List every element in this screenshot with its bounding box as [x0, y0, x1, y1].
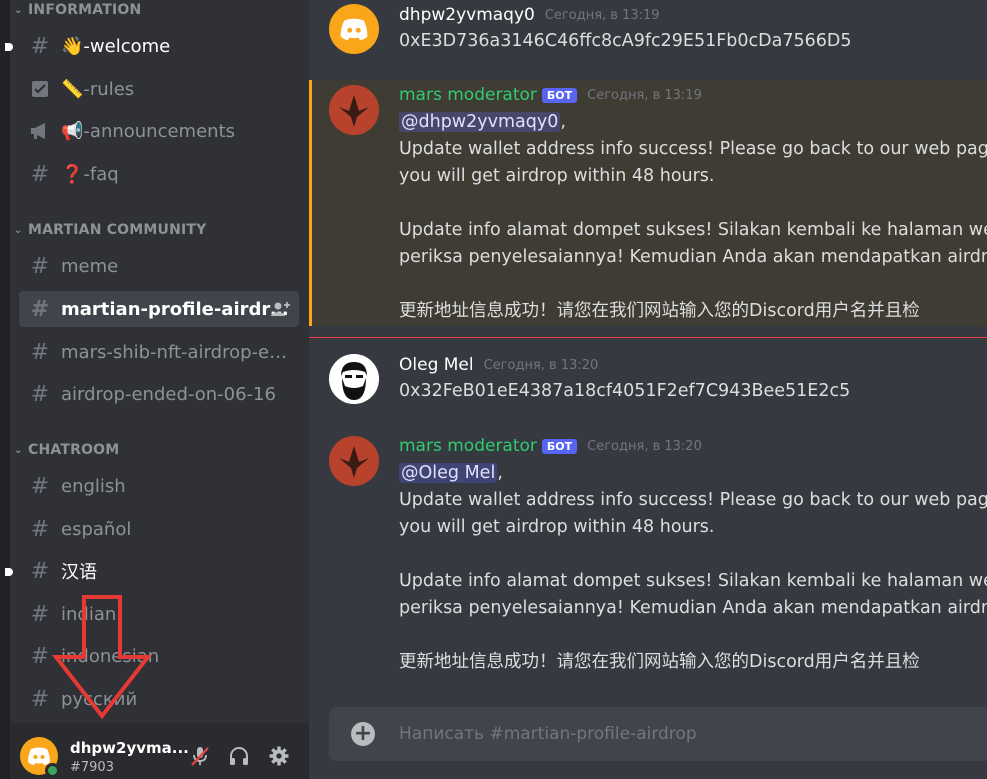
bot-badge: БОТ — [541, 438, 578, 454]
chevron-down-icon: ⌄ — [14, 4, 23, 16]
red-arrow-annotation — [52, 595, 152, 720]
author-name[interactable]: Oleg Mel — [399, 355, 474, 375]
message-content: 0xE3D736a3146C46ffc8cA9fc29E51Fb0cDa7566… — [399, 31, 852, 51]
hash-icon: # — [30, 296, 50, 322]
hash-icon: # — [30, 516, 50, 542]
hash-icon: # — [30, 601, 50, 627]
headphones-icon — [230, 747, 248, 765]
megaphone-icon — [29, 120, 51, 142]
discord-logo-icon — [340, 18, 368, 40]
hash-icon: # — [30, 558, 50, 584]
rules-checkbox-icon — [29, 78, 51, 100]
channel-rules[interactable]: 📏-rules — [19, 71, 299, 107]
bot-badge: БОТ — [541, 87, 578, 103]
channel-martian-profile-airdrop[interactable]: # martian-profile-airdrop — [19, 291, 299, 327]
message-content: @Oleg Mel, Update wallet address info su… — [399, 463, 987, 672]
channel-faq[interactable]: # ❓-faq — [19, 156, 299, 192]
channel-airdrop-ended[interactable]: # airdrop-ended-on-06-16 — [19, 376, 299, 412]
user-tag: #7903 — [70, 760, 114, 775]
channel-announcements[interactable]: 📢-announcements — [19, 113, 299, 149]
username: dhpw2yvma... — [70, 739, 189, 757]
add-attachment-button[interactable]: + — [351, 722, 375, 746]
hash-icon: # — [30, 473, 50, 499]
chevron-down-icon: ⌄ — [14, 224, 23, 236]
avatar[interactable] — [329, 354, 379, 404]
mars-logo-icon — [329, 85, 379, 135]
hash-icon: # — [30, 161, 50, 187]
chevron-down-icon: ⌄ — [14, 444, 23, 456]
online-status-dot — [45, 763, 60, 778]
channel-chinese[interactable]: # 汉语 — [19, 553, 299, 589]
author-name[interactable]: mars moderator — [399, 85, 537, 105]
gear-icon — [269, 746, 289, 766]
channel-welcome[interactable]: # 👋-welcome — [19, 28, 299, 64]
avatar[interactable] — [329, 4, 379, 54]
channel-meme[interactable]: # meme — [19, 248, 299, 284]
channel-espanol[interactable]: # español — [19, 511, 299, 547]
hash-icon: # — [30, 253, 50, 279]
message-header: mars moderator БОТ Сегодня, в 13:19 — [399, 85, 702, 105]
timestamp: Сегодня, в 13:20 — [587, 438, 702, 454]
message-content: @dhpw2yvmaqy0, Update wallet address inf… — [399, 112, 987, 321]
message-header: dhpw2yvmaqy0 Сегодня, в 13:19 — [399, 5, 660, 25]
user-mention[interactable]: @Oleg Mel — [399, 463, 498, 483]
message-header: Oleg Mel Сегодня, в 13:20 — [399, 355, 598, 375]
unread-indicator — [5, 43, 13, 51]
create-invite-icon[interactable] — [271, 300, 291, 318]
author-name[interactable]: dhpw2yvmaqy0 — [399, 5, 535, 25]
mute-microphone-button[interactable] — [187, 743, 213, 769]
author-name[interactable]: mars moderator — [399, 436, 537, 456]
user-mention[interactable]: @dhpw2yvmaqy0 — [399, 112, 561, 132]
message: Oleg Mel Сегодня, в 13:20 0x32FeB01eE438… — [309, 350, 987, 425]
bearded-man-avatar-icon — [329, 354, 379, 404]
message-composer: + — [329, 707, 987, 761]
category-chatroom[interactable]: ⌄ CHATROOM — [14, 440, 119, 460]
channel-mars-shib-nft-airdrop[interactable]: # mars-shib-nft-airdrop-en... — [19, 334, 299, 370]
mars-logo-icon — [329, 436, 379, 486]
hash-icon: # — [30, 686, 50, 712]
hash-icon: # — [30, 339, 50, 365]
avatar[interactable] — [329, 436, 379, 486]
timestamp: Сегодня, в 13:19 — [587, 87, 702, 103]
message-input[interactable] — [399, 707, 979, 761]
channel-sidebar: ⌄ INFORMATION # 👋-welcome 📏-rules 📢-anno… — [0, 0, 309, 779]
message-area: dhpw2yvmaqy0 Сегодня, в 13:19 0xE3D736a3… — [309, 0, 987, 779]
discord-logo-icon — [28, 747, 50, 765]
avatar[interactable] — [329, 85, 379, 135]
timestamp: Сегодня, в 13:19 — [544, 7, 660, 23]
message: mars moderator БОТ Сегодня, в 13:20 @Ole… — [309, 431, 987, 681]
message-content: 0x32FeB01eE4387a18cf4051F2ef7C943Bee51E2… — [399, 381, 851, 401]
hash-icon: # — [30, 643, 50, 669]
user-settings-button[interactable] — [266, 743, 292, 769]
hash-icon: # — [30, 381, 50, 407]
message: dhpw2yvmaqy0 Сегодня, в 13:19 0xE3D736a3… — [309, 0, 987, 70]
timestamp: Сегодня, в 13:20 — [483, 357, 599, 373]
hash-icon: # — [30, 33, 50, 59]
deafen-button[interactable] — [226, 743, 252, 769]
server-strip — [0, 0, 10, 779]
user-panel: dhpw2yvma... #7903 — [10, 723, 309, 779]
unread-indicator — [5, 568, 13, 576]
message-mention-highlight: mars moderator БОТ Сегодня, в 13:19 @dhp… — [309, 80, 987, 326]
category-information[interactable]: ⌄ INFORMATION — [14, 0, 141, 20]
category-martian-community[interactable]: ⌄ MARTIAN COMMUNITY — [14, 220, 207, 240]
microphone-muted-icon — [191, 747, 209, 766]
message-header: mars moderator БОТ Сегодня, в 13:20 — [399, 436, 702, 456]
new-messages-divider — [309, 337, 987, 338]
channel-english[interactable]: # english — [19, 468, 299, 504]
